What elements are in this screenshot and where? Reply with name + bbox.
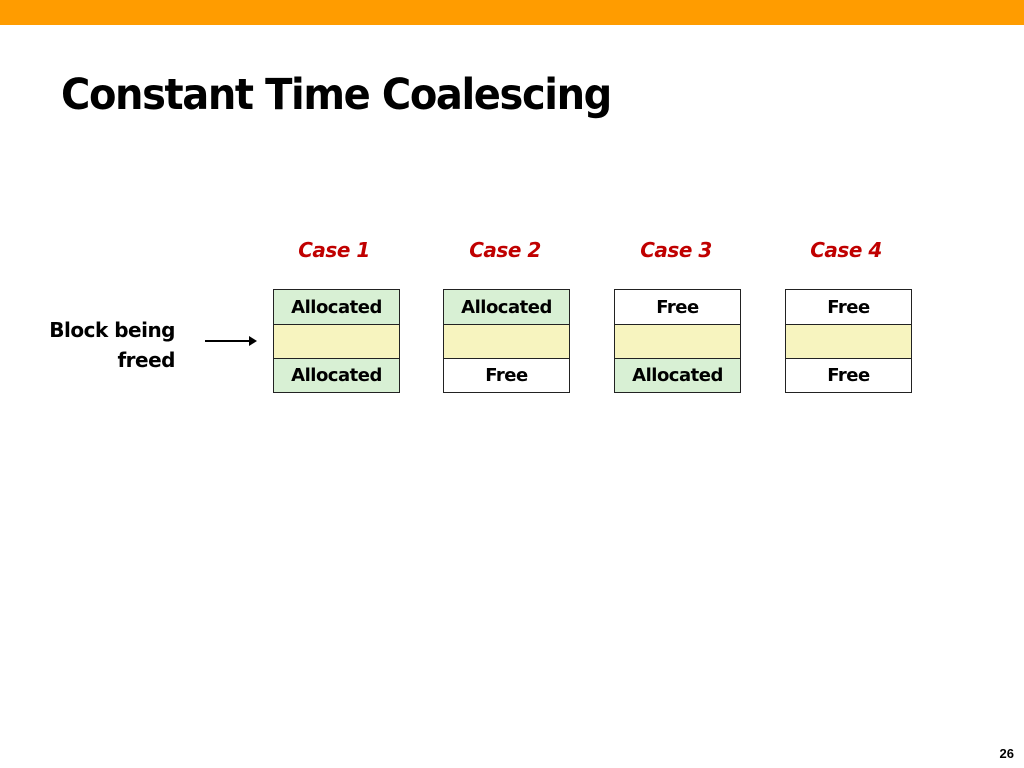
case-label-4: Case 4: [810, 238, 882, 262]
case-4-top-cell: Free: [786, 290, 911, 324]
case-1-top-cell: Allocated: [274, 290, 399, 324]
case-3-middle-cell: [615, 324, 740, 358]
case-4-block: Free Free: [785, 289, 912, 393]
case-3-bottom-cell: Allocated: [615, 358, 740, 392]
case-1-block: Allocated Allocated: [273, 289, 400, 393]
side-label-line2: freed: [117, 348, 175, 372]
side-label-line1: Block being: [49, 318, 175, 342]
header-accent-bar: [0, 0, 1024, 25]
case-label-3: Case 3: [640, 238, 712, 262]
case-4-bottom-cell: Free: [786, 358, 911, 392]
case-3-block: Free Allocated: [614, 289, 741, 393]
case-4-middle-cell: [786, 324, 911, 358]
case-label-2: Case 2: [469, 238, 541, 262]
case-1-middle-cell: [274, 324, 399, 358]
case-label-1: Case 1: [298, 238, 370, 262]
case-1-bottom-cell: Allocated: [274, 358, 399, 392]
case-2-middle-cell: [444, 324, 569, 358]
case-2-top-cell: Allocated: [444, 290, 569, 324]
page-number: 26: [999, 746, 1014, 761]
case-2-bottom-cell: Free: [444, 358, 569, 392]
arrow-right-icon: [205, 336, 257, 346]
slide-title: Constant Time Coalescing: [61, 70, 612, 120]
block-being-freed-label: Block being freed: [30, 315, 175, 375]
case-2-block: Allocated Free: [443, 289, 570, 393]
case-3-top-cell: Free: [615, 290, 740, 324]
